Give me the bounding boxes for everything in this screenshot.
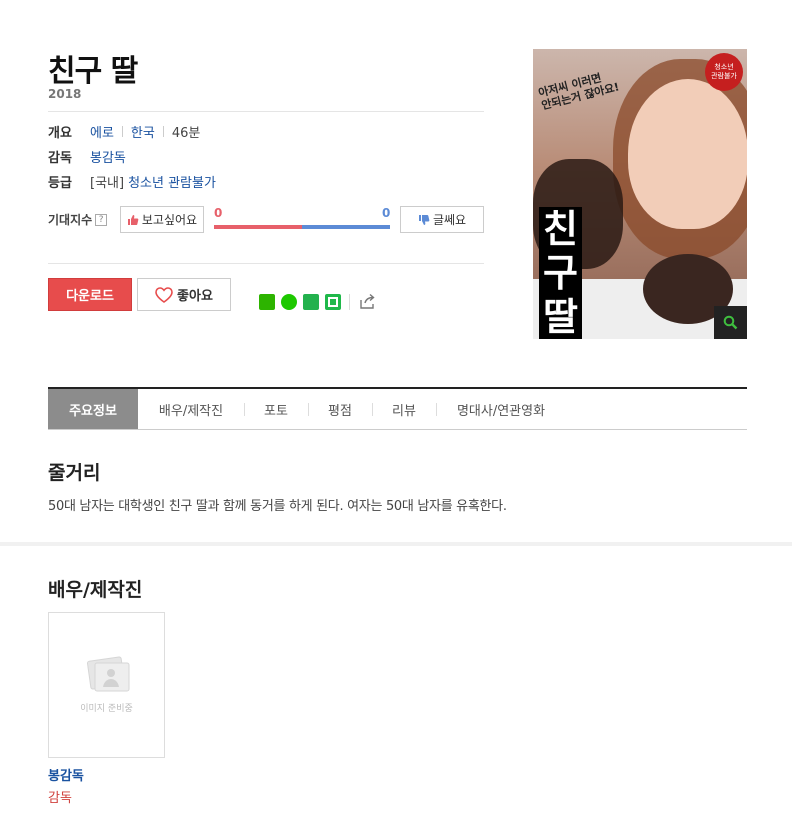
movie-title: 친구 딸 [48, 54, 138, 89]
bookmark-icon[interactable] [303, 294, 319, 310]
tab-cast-crew[interactable]: 배우/제작진 [145, 389, 237, 429]
director-link[interactable]: 봉감독 [90, 147, 126, 166]
download-button[interactable]: 다운로드 [48, 278, 132, 311]
tab-main-info[interactable]: 주요정보 [48, 389, 138, 429]
thumbs-up-icon [127, 214, 139, 225]
tab-review[interactable]: 리뷰 [378, 389, 430, 429]
band-icon[interactable] [325, 294, 341, 310]
like-button[interactable]: 좋아요 [137, 278, 231, 311]
poster-title: 친 구 딸 [539, 207, 639, 339]
cast-heading: 배우/제작진 [48, 579, 143, 601]
tab-quotes-related[interactable]: 명대사/연관영화 [442, 389, 560, 429]
image-placeholder-text: 이미지 준비중 [80, 704, 133, 714]
rating-row: 등급 [국내] 청소년 관람불가 [48, 172, 216, 191]
summary-row: 개요 에로 한국 46분 [48, 122, 200, 141]
want-bar [214, 225, 302, 229]
rating-label: 등급 [48, 176, 72, 191]
help-icon[interactable]: ? [95, 213, 108, 226]
want-count: 0 [214, 206, 223, 220]
want-to-see-button[interactable]: 보고싶어요 [120, 206, 204, 233]
director-row: 감독 봉감독 [48, 147, 126, 166]
zoom-button[interactable] [714, 306, 747, 339]
heart-icon [155, 286, 173, 303]
share-icon[interactable] [359, 293, 376, 310]
cast-name[interactable]: 봉감독 [48, 765, 84, 784]
meh-button[interactable]: 글쎄요 [400, 206, 484, 233]
rating-prefix: [국내] [90, 176, 125, 191]
section-divider [0, 542, 792, 546]
director-label: 감독 [48, 151, 72, 166]
movie-year: 2018 [48, 87, 82, 101]
cast-role: 감독 [48, 791, 72, 806]
runtime: 46분 [171, 126, 201, 141]
divider [48, 263, 484, 264]
movie-poster[interactable]: 아저씨 이러면 안되는거 잖아요! 친 구 딸 청소년 관람불가 [533, 49, 747, 339]
cast-photo[interactable]: 이미지 준비중 [48, 612, 165, 758]
meh-count: 0 [382, 206, 391, 220]
country-link[interactable]: 한국 [131, 122, 155, 141]
plot-heading: 줄거리 [48, 462, 101, 484]
divider [48, 111, 484, 112]
thumbs-down-icon [418, 214, 430, 225]
expectation-label: 기대지수 ? [48, 211, 108, 228]
image-placeholder-icon [86, 656, 130, 692]
cafe-icon[interactable] [281, 294, 297, 310]
tab-rating[interactable]: 평점 [314, 389, 366, 429]
rating-link[interactable]: 청소년 관람불가 [128, 172, 216, 191]
summary-label: 개요 [48, 126, 72, 141]
search-icon [723, 315, 738, 330]
tab-photo[interactable]: 포토 [250, 389, 302, 429]
plot-text: 50대 남자는 대학생인 친구 딸과 함께 동거를 하게 된다. 여자는 50대… [48, 499, 507, 514]
genre-link[interactable]: 에로 [90, 122, 114, 141]
blog-icon[interactable] [259, 294, 275, 310]
meh-bar [302, 225, 390, 229]
age-rating-badge: 청소년 관람불가 [705, 53, 743, 91]
